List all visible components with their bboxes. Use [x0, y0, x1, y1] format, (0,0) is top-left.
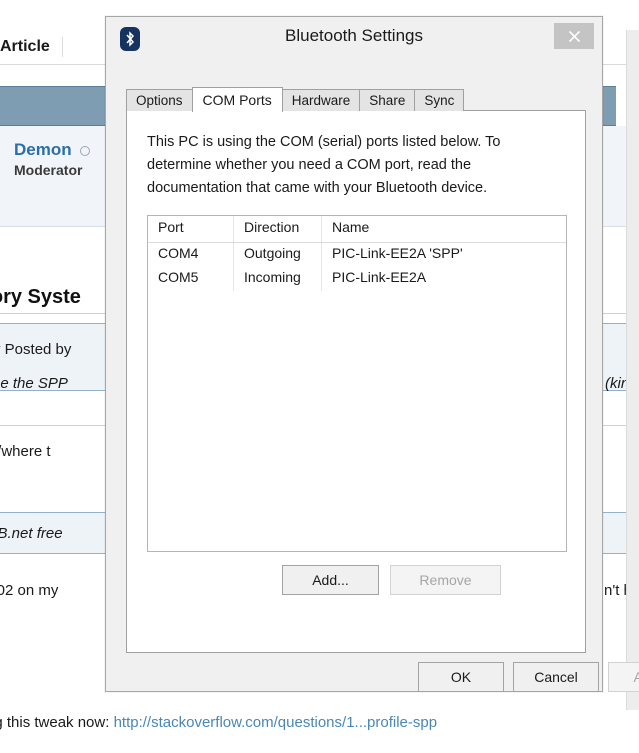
cell-name: PIC-Link-EE2A 'SPP' — [322, 243, 566, 267]
tab-hardware[interactable]: Hardware — [282, 89, 361, 111]
table-row[interactable]: COM4 Outgoing PIC-Link-EE2A 'SPP' — [148, 243, 566, 267]
post-line-2: er VB.net free — [0, 525, 63, 542]
tab-options[interactable]: Options — [126, 89, 193, 111]
ok-button[interactable]: OK — [418, 662, 504, 692]
post-username[interactable]: Demon — [14, 140, 72, 160]
topbar-divider — [62, 37, 63, 57]
dialog-body: Options COM Ports Hardware Share Sync Th… — [106, 61, 602, 691]
close-icon[interactable] — [554, 23, 594, 49]
dialog-title: Bluetooth Settings — [106, 26, 602, 46]
column-header-port[interactable]: Port — [148, 216, 234, 242]
cell-direction: Incoming — [234, 267, 322, 291]
cell-name: PIC-Link-EE2A — [322, 267, 566, 291]
post-line-3: 2002 on my — [0, 582, 58, 599]
page-right-gutter — [626, 30, 639, 710]
quote-text: u use the SPP — [0, 375, 68, 392]
column-header-name[interactable]: Name — [322, 216, 566, 242]
listbox-button-row: Add... Remove — [147, 565, 567, 595]
online-status-dot — [80, 146, 90, 156]
dialog-titlebar[interactable]: Bluetooth Settings — [106, 17, 602, 61]
dialog-footer: OK Cancel Apply — [106, 662, 602, 696]
bottom-link-prefix: ng this tweak now: — [0, 714, 114, 731]
apply-button: Apply — [608, 662, 639, 692]
com-ports-panel: This PC is using the COM (serial) ports … — [126, 110, 586, 653]
cell-direction: Outgoing — [234, 243, 322, 267]
remove-button: Remove — [390, 565, 501, 595]
quote-attribution: ally Posted by — [0, 341, 71, 358]
thread-title: ntory Syste — [0, 286, 81, 309]
stackoverflow-link[interactable]: http://stackoverflow.com/questions/1...p… — [114, 714, 438, 731]
cell-port: COM5 — [148, 267, 234, 291]
tab-share[interactable]: Share — [359, 89, 415, 111]
tab-sync[interactable]: Sync — [414, 89, 464, 111]
add-button[interactable]: Add... — [282, 565, 379, 595]
topbar-title: Article — [0, 38, 50, 56]
com-ports-listbox[interactable]: Port Direction Name COM4 Outgoing PIC-Li… — [147, 215, 567, 552]
listbox-header: Port Direction Name — [148, 216, 566, 243]
settings-tabstrip: Options COM Ports Hardware Share Sync — [126, 89, 463, 111]
post-user-role: Moderator — [14, 162, 82, 178]
post-line-1: ow/where t — [0, 443, 51, 460]
bottom-link-line: ng this tweak now: http://stackoverflow.… — [0, 714, 437, 731]
tab-com-ports[interactable]: COM Ports — [192, 87, 283, 112]
panel-description: This PC is using the COM (serial) ports … — [147, 131, 542, 200]
table-row[interactable]: COM5 Incoming PIC-Link-EE2A — [148, 267, 566, 291]
cancel-button[interactable]: Cancel — [513, 662, 599, 692]
column-header-direction[interactable]: Direction — [234, 216, 322, 242]
cell-port: COM4 — [148, 243, 234, 267]
bluetooth-settings-dialog: Bluetooth Settings Options COM Ports Har… — [105, 16, 603, 692]
